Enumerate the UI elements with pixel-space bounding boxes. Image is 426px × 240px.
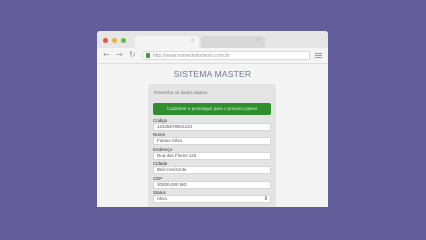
status-select[interactable]: Ativo ⇕ xyxy=(153,195,271,203)
back-arrow-icon[interactable]: ← xyxy=(103,51,110,59)
cep-input[interactable]: 30000-000 MG xyxy=(153,181,271,189)
browser-titlebar: × × xyxy=(97,31,328,48)
form-card: Preencha os dados abaixo Cadastrar e pro… xyxy=(148,84,276,207)
lock-icon xyxy=(146,53,150,58)
codigo-input[interactable]: 12345678901234 xyxy=(153,123,271,131)
form-description: Preencha os dados abaixo xyxy=(154,90,208,95)
browser-tab-active[interactable]: × xyxy=(135,36,199,48)
address-bar[interactable]: http://www.nomedodominio.com.br xyxy=(142,51,310,60)
reload-icon[interactable]: ↻ xyxy=(129,51,136,59)
close-window-button[interactable] xyxy=(103,38,108,43)
browser-window: × × ← → ↻ http://www.nomedodominio.com.b… xyxy=(97,31,328,207)
cidade-input[interactable]: Belo Horizonte xyxy=(153,166,271,174)
endereco-input[interactable]: Rua das Flores 123 xyxy=(153,152,271,160)
page-title: SISTEMA MASTER xyxy=(173,69,252,79)
maximize-window-button[interactable] xyxy=(121,38,126,43)
nome-input[interactable]: Fulano Silva xyxy=(153,137,271,145)
select-arrows-icon: ⇕ xyxy=(263,196,268,202)
status-select-value: Ativo xyxy=(157,196,168,201)
close-icon[interactable]: × xyxy=(256,38,261,44)
browser-toolbar: ← → ↻ http://www.nomedodominio.com.br xyxy=(97,48,328,64)
forward-arrow-icon[interactable]: → xyxy=(116,51,123,59)
hamburger-menu-icon[interactable] xyxy=(315,53,322,58)
close-icon[interactable]: × xyxy=(190,38,195,44)
submit-button[interactable]: Cadastrar e prosseguir para o próximo pa… xyxy=(153,103,271,115)
browser-tab-inactive[interactable]: × xyxy=(201,36,265,48)
url-text: http://www.nomedodominio.com.br xyxy=(153,53,230,59)
minimize-window-button[interactable] xyxy=(112,38,117,43)
